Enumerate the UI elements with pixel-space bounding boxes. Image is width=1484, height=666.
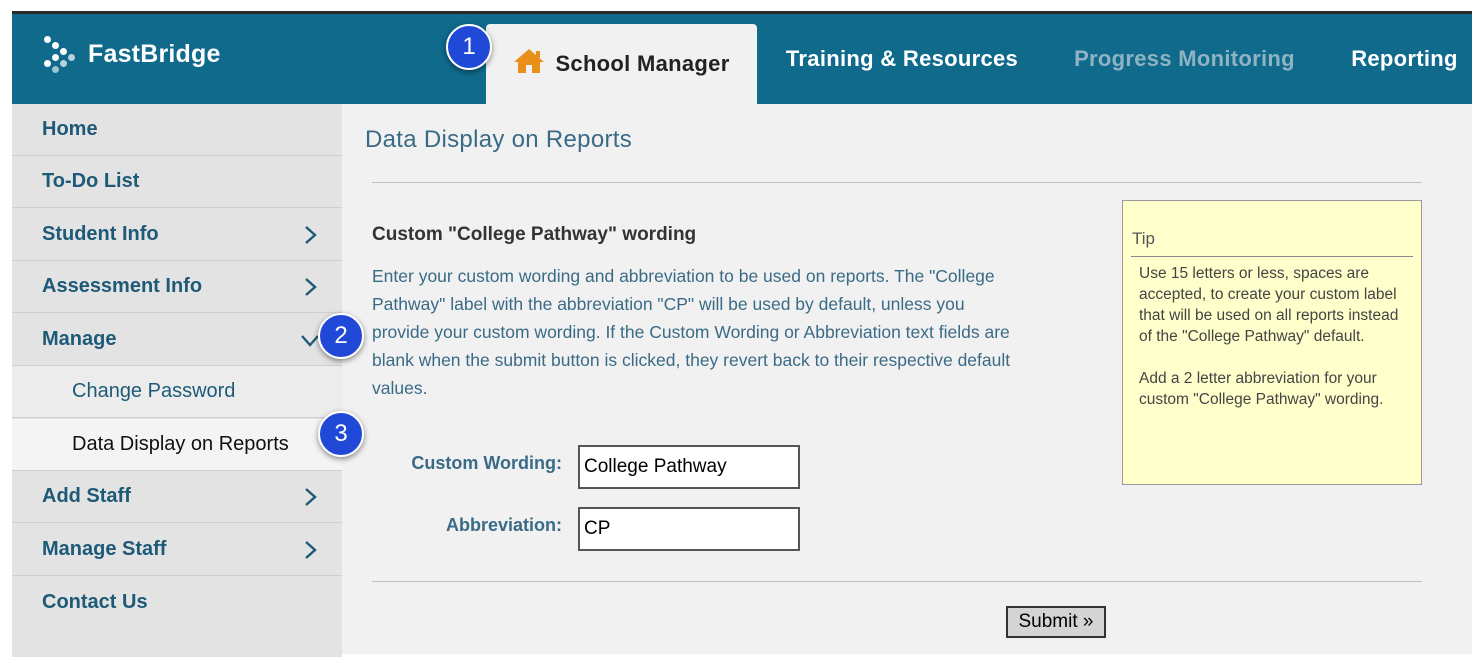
sidebar-item-label: Data Display on Reports bbox=[72, 433, 289, 455]
tab-reporting[interactable]: Reporting bbox=[1337, 14, 1472, 104]
submit-button[interactable]: Submit » bbox=[1006, 606, 1106, 638]
sidebar-item-label: Manage Staff bbox=[42, 538, 167, 560]
sidebar-item-todo-list[interactable]: To-Do List bbox=[12, 156, 342, 208]
chevron-down-icon bbox=[301, 335, 319, 347]
sidebar-item-change-password[interactable]: Change Password bbox=[12, 366, 342, 418]
tip-paragraph: Add a 2 letter abbreviation for your cus… bbox=[1139, 370, 1384, 408]
tip-body: Use 15 letters or less, spaces are accep… bbox=[1139, 263, 1409, 431]
sidebar-item-label: Contact Us bbox=[42, 590, 148, 613]
sidebar-item-manage-staff[interactable]: Manage Staff bbox=[12, 524, 342, 576]
sidebar-item-home[interactable]: Home bbox=[12, 104, 342, 156]
tab-label: Progress Monitoring bbox=[1074, 46, 1295, 71]
tab-training-resources[interactable]: Training & Resources bbox=[772, 14, 1032, 104]
tab-progress-monitoring[interactable]: Progress Monitoring bbox=[1062, 14, 1307, 104]
tip-title: Tip bbox=[1132, 229, 1155, 248]
chevron-right-icon bbox=[305, 541, 317, 559]
sidebar-item-manage[interactable]: Manage bbox=[12, 314, 342, 366]
description-text: Enter your custom wording and abbreviati… bbox=[372, 266, 1011, 398]
sidebar-item-student-info[interactable]: Student Info bbox=[12, 209, 342, 261]
tab-label: Training & Resources bbox=[785, 46, 1019, 71]
brand-logo[interactable]: FastBridge bbox=[42, 32, 221, 76]
sidebar: Home To-Do List Student Info Assessment … bbox=[12, 104, 342, 657]
callout-badge-3: 3 bbox=[318, 411, 364, 457]
tab-school-manager[interactable]: School Manager bbox=[486, 24, 757, 104]
chevron-right-icon bbox=[305, 226, 317, 244]
custom-wording-input[interactable] bbox=[578, 445, 800, 489]
brand-name: FastBridge bbox=[88, 39, 221, 68]
tip-divider bbox=[1131, 256, 1413, 257]
sidebar-item-data-display-on-reports[interactable]: Data Display on Reports bbox=[12, 419, 342, 471]
fastbridge-logo-icon bbox=[42, 32, 82, 76]
tab-label: School Manager bbox=[555, 51, 730, 76]
sidebar-item-label: Student Info bbox=[42, 223, 159, 245]
abbreviation-label: Abbreviation: bbox=[445, 515, 562, 535]
custom-wording-label: Custom Wording: bbox=[411, 453, 562, 473]
sidebar-item-label: Change Password bbox=[72, 380, 236, 402]
sidebar-item-label: To-Do List bbox=[42, 170, 140, 192]
tab-label: Reporting bbox=[1351, 46, 1458, 71]
chevron-right-icon bbox=[305, 278, 317, 296]
sidebar-item-label: Add Staff bbox=[42, 485, 131, 507]
page-title: Data Display on Reports bbox=[365, 126, 633, 153]
section-heading: Custom "College Pathway" wording bbox=[372, 224, 697, 245]
callout-badge-2: 2 bbox=[318, 313, 364, 359]
sidebar-item-label: Manage bbox=[42, 328, 117, 350]
divider bbox=[372, 182, 1422, 183]
tip-box: Tip Use 15 letters or less, spaces are a… bbox=[1122, 200, 1422, 485]
top-header: FastBridge School Manager Training & Res… bbox=[12, 14, 1472, 104]
sidebar-item-assessment-info[interactable]: Assessment Info bbox=[12, 261, 342, 313]
abbreviation-input[interactable] bbox=[578, 507, 800, 551]
chevron-right-icon bbox=[305, 488, 317, 506]
sidebar-item-label: Assessment Info bbox=[42, 275, 203, 297]
home-icon bbox=[513, 48, 545, 80]
tip-paragraph: Use 15 letters or less, spaces are accep… bbox=[1139, 265, 1399, 345]
sidebar-item-contact-us[interactable]: Contact Us bbox=[12, 576, 342, 628]
divider bbox=[372, 581, 1422, 582]
sidebar-item-label: Home bbox=[42, 118, 98, 140]
app-window: FastBridge School Manager Training & Res… bbox=[12, 11, 1472, 657]
sidebar-item-add-staff[interactable]: Add Staff bbox=[12, 471, 342, 523]
callout-badge-1: 1 bbox=[446, 24, 492, 70]
